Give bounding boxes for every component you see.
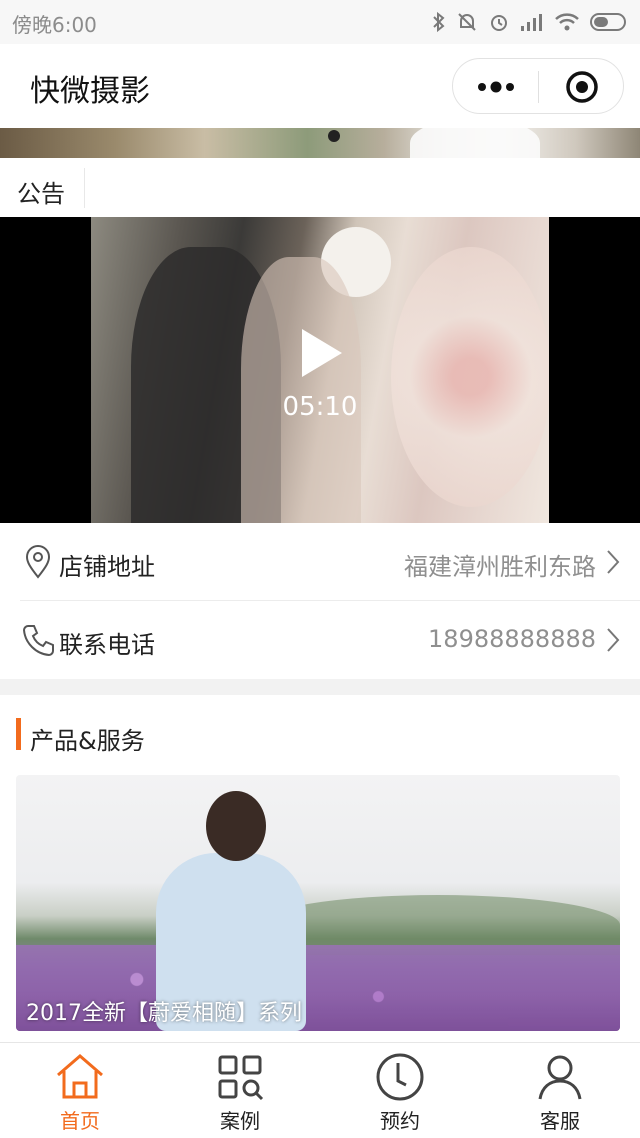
card-image-model-head xyxy=(206,791,266,861)
battery-icon xyxy=(590,13,626,31)
bluetooth-icon xyxy=(433,11,445,33)
tab-booking[interactable]: 预约 xyxy=(320,1043,480,1138)
store-info: 店铺地址 福建漳州胜利东路 联系电话 18988888888 xyxy=(0,523,640,679)
chevron-right-icon xyxy=(607,550,620,574)
phone-value: 18988888888 xyxy=(428,625,596,653)
notice-label: 公告 xyxy=(17,180,65,208)
target-close-icon xyxy=(566,71,598,103)
tab-service[interactable]: 客服 xyxy=(480,1043,640,1138)
carousel-indicator xyxy=(328,130,340,142)
wifi-icon xyxy=(555,13,579,31)
notice-bar[interactable]: 公告 xyxy=(0,158,640,218)
tab-service-label: 客服 xyxy=(540,1109,580,1133)
play-icon[interactable] xyxy=(300,327,344,379)
more-options-button[interactable] xyxy=(453,59,539,115)
alarm-icon xyxy=(491,15,507,31)
tab-home[interactable]: 首页 xyxy=(0,1043,160,1138)
page-title: 快微摄影 xyxy=(30,74,150,109)
more-dots-icon xyxy=(478,81,514,93)
product-card[interactable]: 2017全新【蔚爱相随】系列 xyxy=(16,775,620,1031)
clock-icon xyxy=(376,1053,424,1101)
grid-search-icon xyxy=(218,1055,264,1101)
nav-bar: 快微摄影 xyxy=(0,44,640,128)
app-screen: 傍晚6:00 快微摄影 公告 05:10 店铺地址 福建漳州胜利东路 联系电话 … xyxy=(0,0,640,1138)
phone-icon xyxy=(22,625,54,657)
chevron-right-icon xyxy=(607,628,620,652)
products-heading: 产品&服务 xyxy=(30,727,145,755)
phone-row[interactable]: 联系电话 18988888888 xyxy=(0,601,640,679)
section-accent-bar xyxy=(16,718,21,750)
mini-program-capsule xyxy=(452,58,624,114)
banner-carousel[interactable] xyxy=(0,128,640,158)
tab-cases[interactable]: 案例 xyxy=(160,1043,320,1138)
location-pin-icon xyxy=(25,545,51,579)
tab-cases-label: 案例 xyxy=(220,1109,260,1133)
tab-bar: 首页 案例 预约 客服 xyxy=(0,1042,640,1138)
phone-label: 联系电话 xyxy=(59,631,155,659)
home-icon xyxy=(57,1054,103,1099)
notice-divider xyxy=(84,168,85,208)
video-duration: 05:10 xyxy=(282,392,358,422)
signal-icon xyxy=(521,14,542,31)
address-label: 店铺地址 xyxy=(59,553,155,581)
status-bar: 傍晚6:00 xyxy=(0,0,640,44)
address-row[interactable]: 店铺地址 福建漳州胜利东路 xyxy=(0,523,640,601)
section-gap xyxy=(0,679,640,695)
product-caption: 2017全新【蔚爱相随】系列 xyxy=(26,1001,302,1026)
tab-booking-label: 预约 xyxy=(380,1109,420,1133)
products-section: 产品&服务 2017全新【蔚爱相随】系列 xyxy=(0,695,640,1042)
mute-bell-icon xyxy=(458,13,476,31)
status-time: 傍晚6:00 xyxy=(12,13,97,37)
person-icon xyxy=(538,1055,582,1100)
close-mini-program-button[interactable] xyxy=(539,59,625,115)
tab-home-label: 首页 xyxy=(60,1109,100,1133)
banner-image-dress xyxy=(410,128,540,158)
address-value: 福建漳州胜利东路 xyxy=(404,553,596,581)
status-icons xyxy=(432,8,630,36)
